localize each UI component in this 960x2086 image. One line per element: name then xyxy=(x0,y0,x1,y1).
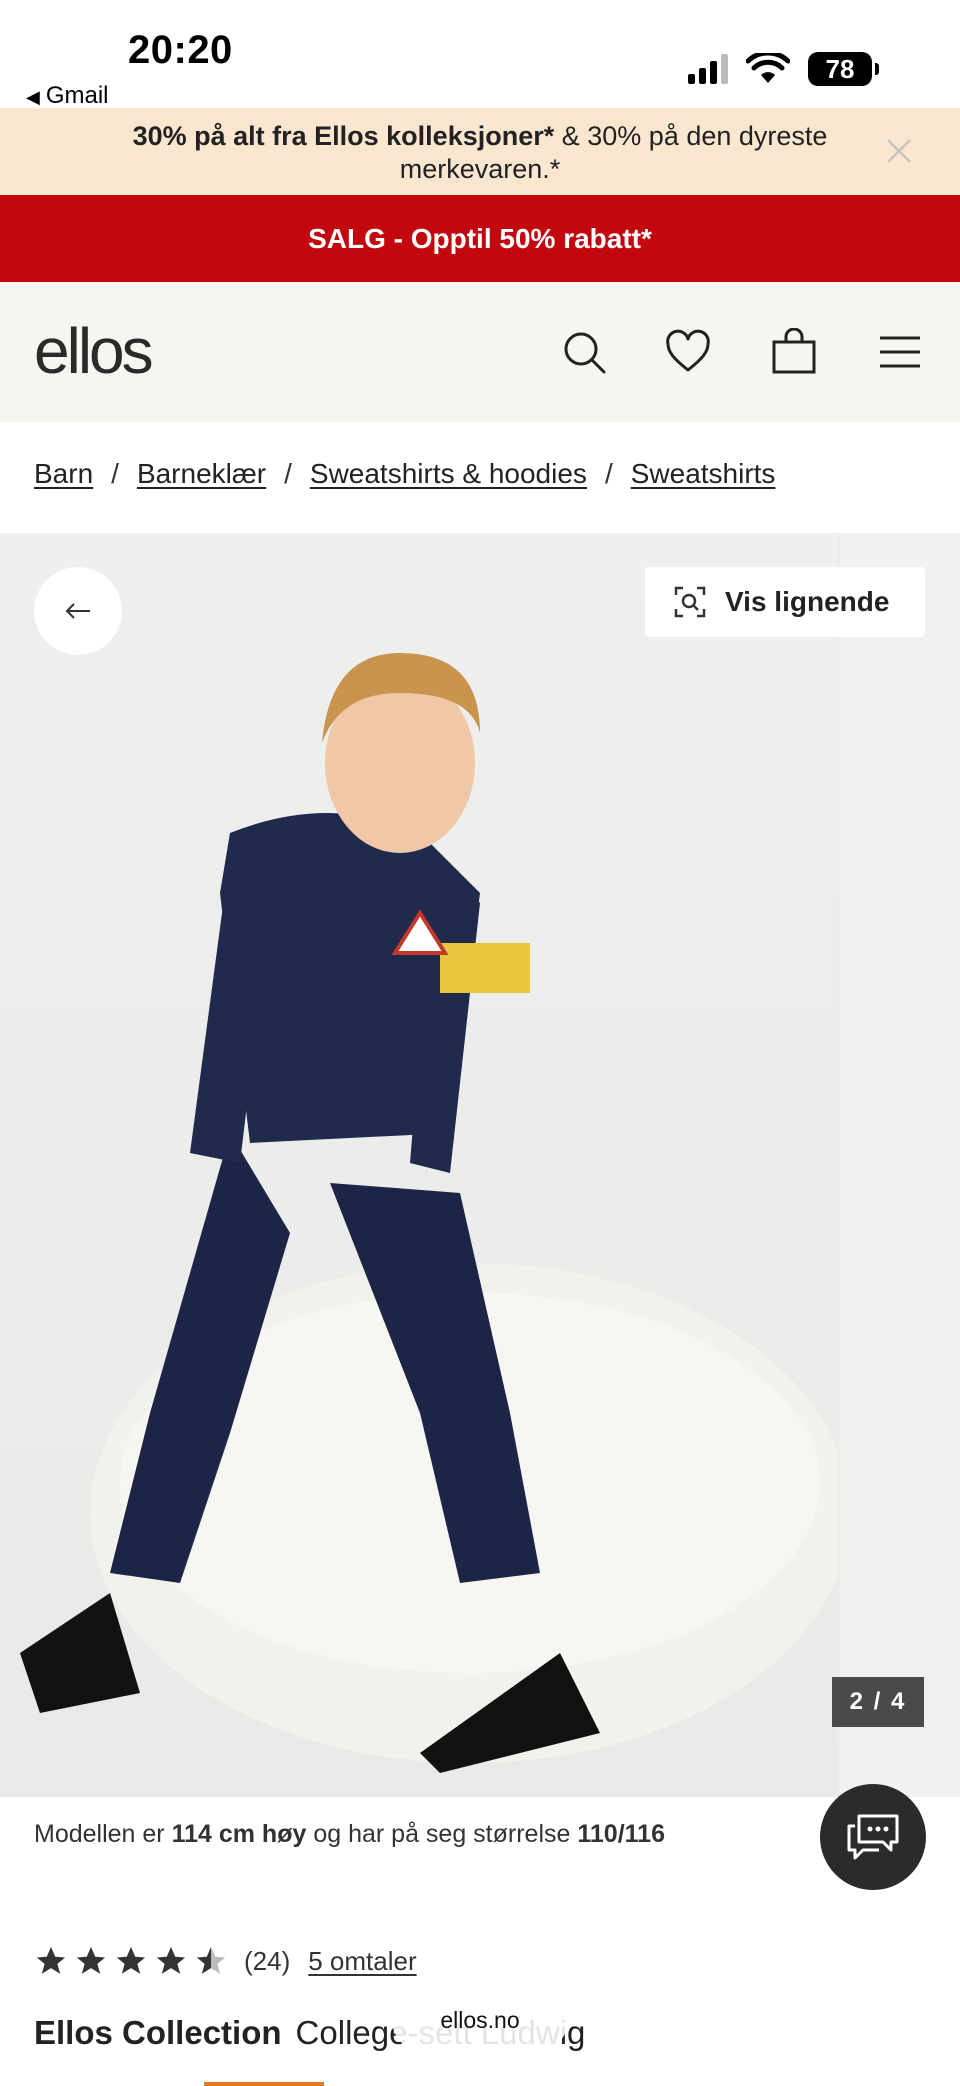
close-icon[interactable] xyxy=(884,136,914,166)
back-app-label: Gmail xyxy=(45,82,109,109)
model-size: 110/116 xyxy=(577,1820,665,1848)
star-icon xyxy=(156,1946,186,1974)
model-height: 114 cm høy xyxy=(171,1820,307,1848)
accent-underline xyxy=(204,2082,324,2086)
bag-icon[interactable] xyxy=(770,328,818,376)
visual-search-icon xyxy=(674,586,706,618)
model-info: Modellen er 114 cm høy og har på seg stø… xyxy=(34,1820,665,1849)
chat-icon xyxy=(847,1814,899,1860)
product-brand[interactable]: Ellos Collection xyxy=(34,2014,282,2051)
sale-banner[interactable]: SALG - Opptil 50% rabatt* xyxy=(0,195,960,282)
show-similar-button[interactable]: Vis lignende xyxy=(645,567,925,637)
site-header: ellos xyxy=(0,282,960,422)
breadcrumb-separator: / xyxy=(284,458,292,489)
status-time: 20:20 xyxy=(128,28,233,72)
rating-count: (24) xyxy=(244,1945,291,1976)
star-icon xyxy=(36,1946,66,1974)
show-similar-label: Vis lignende xyxy=(725,586,890,617)
chat-button[interactable] xyxy=(820,1784,926,1890)
menu-icon[interactable] xyxy=(876,328,924,376)
battery-level: 78 xyxy=(825,53,855,84)
back-triangle-icon: ◀ xyxy=(26,87,40,107)
search-icon[interactable] xyxy=(560,328,608,376)
gallery-back-button[interactable] xyxy=(34,567,122,655)
image-counter: 2 / 4 xyxy=(832,1677,924,1727)
breadcrumb-separator: / xyxy=(111,458,119,489)
promo-banner[interactable]: 30% på alt fra Ellos kolleksjoner* & 30%… xyxy=(0,108,960,195)
breadcrumb-barn[interactable]: Barn xyxy=(34,458,93,490)
cellular-signal-icon xyxy=(688,54,728,84)
breadcrumb-sweatshirts-hoodies[interactable]: Sweatshirts & hoodies xyxy=(310,458,587,490)
star-icon xyxy=(116,1946,146,1974)
model-info-middle: og har på seg størrelse xyxy=(306,1820,578,1848)
next-product-photo-preview[interactable] xyxy=(840,533,960,1797)
heart-icon[interactable] xyxy=(664,328,712,376)
reviews-link[interactable]: 5 omtaler xyxy=(308,1946,416,1977)
product-rating[interactable]: (24) 5 omtaler xyxy=(34,1944,417,1978)
product-gallery[interactable]: Vis lignende 2 / 4 xyxy=(0,533,960,1797)
product-photo-illustration xyxy=(20,653,850,1773)
browser-url-bar[interactable]: ellos.no xyxy=(392,1988,568,2052)
status-icons: 78 xyxy=(688,52,879,86)
status-bar: 20:20 ◀ Gmail 78 xyxy=(0,0,960,110)
model-info-prefix: Modellen er xyxy=(34,1820,172,1848)
battery-icon: 78 xyxy=(808,52,879,86)
breadcrumb-separator: / xyxy=(604,458,613,489)
arrow-left-icon xyxy=(65,603,90,619)
breadcrumb: Barn / Barneklær / Sweatshirts & hoodies… xyxy=(34,458,775,490)
breadcrumb-barneklaer[interactable]: Barneklær xyxy=(137,458,266,490)
product-photo[interactable] xyxy=(0,533,850,1797)
ellos-logo[interactable]: ellos xyxy=(34,314,154,388)
back-to-app-link[interactable]: ◀ Gmail xyxy=(26,82,109,110)
wifi-icon xyxy=(746,53,790,83)
half-star-icon xyxy=(196,1946,226,1974)
promo-bold-text: 30% på alt fra Ellos kolleksjoner* xyxy=(132,121,555,151)
star-icon xyxy=(76,1946,106,1974)
breadcrumb-sweatshirts[interactable]: Sweatshirts xyxy=(631,458,776,490)
